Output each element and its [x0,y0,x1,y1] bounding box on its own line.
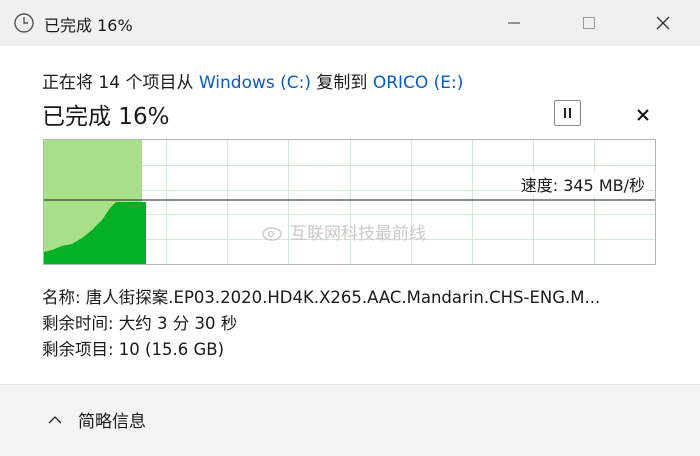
clock-icon [13,12,35,34]
speed-label: 速度: 345 MB/秒 [518,172,647,196]
minimize-button[interactable] [494,8,534,38]
watermark: 互联网科技最前线 [262,219,426,244]
copy-description: 正在将 14 个项目从 Windows (C:) 复制到 ORICO (E:) [42,68,463,93]
maximize-icon [583,17,595,29]
cancel-button[interactable] [632,104,654,126]
pause-icon [563,108,571,118]
details-list: 名称: 唐人街探案.EP03.2020.HD4K.X265.AAC.Mandar… [42,284,654,362]
close-icon [637,109,649,121]
fewer-details-label: 简略信息 [78,412,146,432]
close-window-button[interactable] [643,8,683,38]
detail-time-remaining: 剩余时间: 大约 3 分 30 秒 [42,314,238,333]
dialog-content: 正在将 14 个项目从 Windows (C:) 复制到 ORICO (E:) … [0,46,700,384]
watermark-text: 互联网科技最前线 [290,224,426,244]
dialog-footer: 简略信息 [0,384,700,456]
progress-title: 已完成 16% [42,104,170,130]
title-bar: 已完成 16% [0,0,700,46]
copy-middle: 复制到 [311,73,373,93]
speed-graph: 速度: 345 MB/秒 [43,139,656,265]
pause-button[interactable] [554,100,581,126]
maximize-button[interactable] [569,8,609,38]
close-icon [656,16,670,30]
detail-name: 名称: 唐人街探案.EP03.2020.HD4K.X265.AAC.Mandar… [42,288,601,307]
source-link[interactable]: Windows (C:) [199,73,311,93]
window-title: 已完成 16% [44,16,133,35]
fewer-details-button[interactable]: 简略信息 [48,407,146,432]
detail-items-remaining: 剩余项目: 10 (15.6 GB) [42,340,225,359]
copy-prefix: 正在将 14 个项目从 [42,73,199,93]
destination-link[interactable]: ORICO (E:) [373,73,464,93]
weibo-icon [262,226,282,241]
chevron-up-icon [48,415,62,423]
minimize-icon [508,22,520,24]
